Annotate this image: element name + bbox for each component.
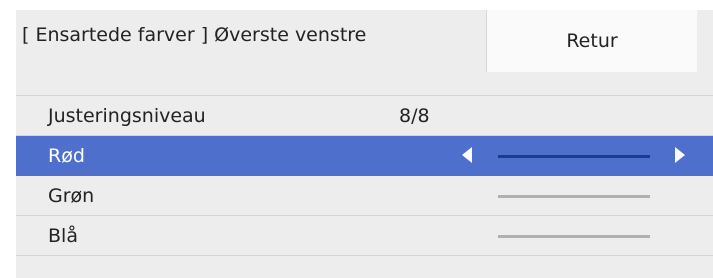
- setting-row-blue[interactable]: Blå: [16, 216, 713, 256]
- arrow-right-icon[interactable]: [675, 147, 685, 163]
- setting-label: Grøn: [48, 185, 95, 207]
- page-title: [ Ensartede farver ] Øverste venstre: [22, 24, 367, 46]
- setting-row-red[interactable]: Rød: [16, 136, 713, 176]
- setting-label: Blå: [48, 225, 78, 247]
- arrow-left-icon[interactable]: [462, 147, 472, 163]
- setting-label: Justeringsniveau: [48, 105, 206, 127]
- green-slider[interactable]: [498, 195, 650, 198]
- setting-label: Rød: [48, 145, 85, 167]
- setting-row-adjustment-level[interactable]: Justeringsniveau 8/8: [16, 96, 713, 136]
- blue-slider[interactable]: [498, 235, 650, 238]
- red-slider[interactable]: [498, 155, 650, 158]
- return-button[interactable]: Retur: [486, 10, 697, 72]
- setting-row-green[interactable]: Grøn: [16, 176, 713, 216]
- setting-value: 8/8: [399, 105, 430, 127]
